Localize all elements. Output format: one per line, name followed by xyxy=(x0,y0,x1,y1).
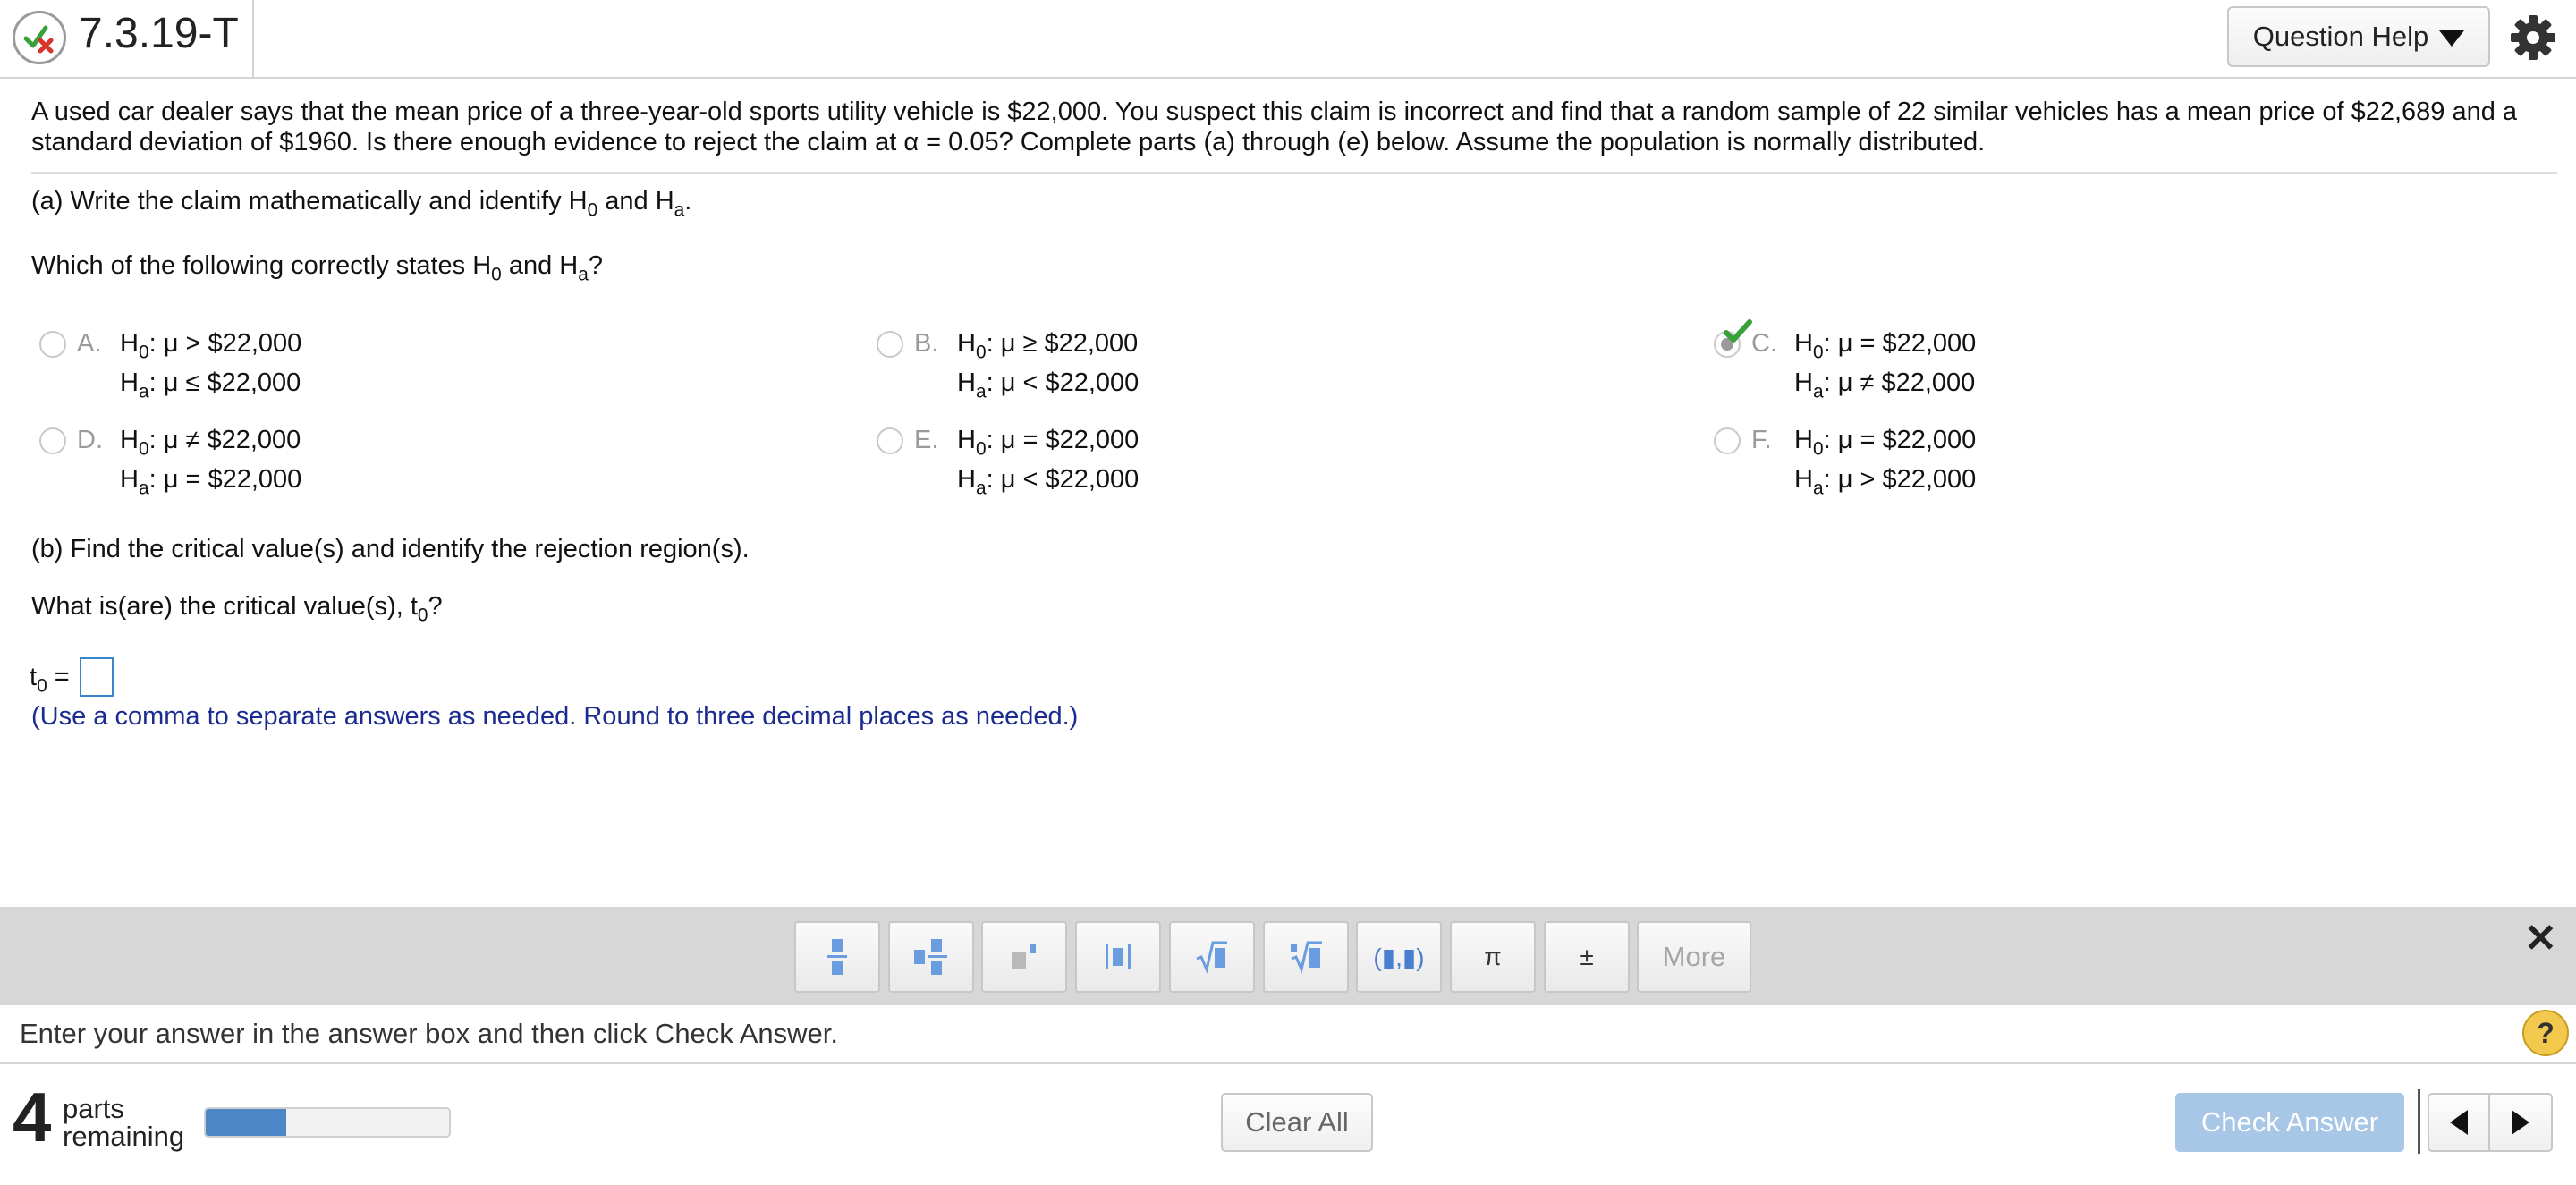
correct-check-icon xyxy=(1724,319,1752,343)
question-help-button[interactable]: Question Help xyxy=(2227,6,2490,67)
radio-button[interactable] xyxy=(39,427,66,454)
check-answer-button[interactable]: Check Answer xyxy=(2175,1093,2404,1152)
option-d[interactable]: D. H0: μ ≠ $22,000 Ha: μ = $22,000 xyxy=(34,422,839,512)
question-help-label: Question Help xyxy=(2252,21,2429,52)
critical-value-input[interactable] xyxy=(80,657,114,697)
gear-icon[interactable] xyxy=(2508,13,2558,63)
parts-remaining-count: 4 xyxy=(13,1078,52,1156)
previous-part-button[interactable] xyxy=(2428,1093,2490,1152)
nav-divider xyxy=(2418,1089,2420,1154)
square-root-icon[interactable] xyxy=(1169,921,1255,993)
caret-down-icon xyxy=(2439,30,2465,47)
close-icon[interactable]: ✕ xyxy=(2524,916,2557,961)
header-bar xyxy=(0,0,2576,79)
part-b-question: What is(are) the critical value(s), t0? xyxy=(31,592,443,626)
partial-credit-icon xyxy=(13,11,66,64)
progress-bar xyxy=(204,1107,451,1138)
fraction-icon[interactable] xyxy=(794,921,880,993)
radio-button[interactable] xyxy=(39,331,66,358)
part-b-prompt: (b) Find the critical value(s) and ident… xyxy=(31,535,750,563)
mixed-number-icon[interactable] xyxy=(888,921,974,993)
problem-statement: A used car dealer says that the mean pri… xyxy=(31,97,2518,157)
ordered-pair-icon[interactable]: (▮,▮) xyxy=(1356,921,1442,993)
help-icon[interactable]: ? xyxy=(2522,1010,2569,1056)
divider xyxy=(31,172,2557,174)
next-part-button[interactable] xyxy=(2490,1093,2553,1152)
part-a-prompt: (a) Write the claim mathematically and i… xyxy=(31,187,692,221)
part-a-question: Which of the following correctly states … xyxy=(31,251,603,285)
clear-all-button[interactable]: Clear All xyxy=(1221,1093,1373,1152)
plus-minus-icon[interactable]: ± xyxy=(1544,921,1630,993)
remaining-label: remaining xyxy=(63,1121,185,1152)
question-id: 7.3.19-T xyxy=(79,10,239,57)
option-a[interactable]: A. H0: μ > $22,000 Ha: μ ≤ $22,000 xyxy=(34,326,839,415)
arrow-right-icon xyxy=(2512,1110,2529,1135)
exponent-icon[interactable] xyxy=(981,921,1067,993)
radio-button[interactable] xyxy=(877,331,903,358)
option-c[interactable]: C. H0: μ = $22,000 Ha: μ ≠ $22,000 xyxy=(1708,319,2513,415)
more-tools-button[interactable]: More xyxy=(1637,921,1751,993)
instruction-text: Enter your answer in the answer box and … xyxy=(20,1018,838,1049)
pi-icon[interactable]: π xyxy=(1450,921,1536,993)
option-b[interactable]: B. H0: μ ≥ $22,000 Ha: μ < $22,000 xyxy=(871,326,1676,415)
arrow-left-icon xyxy=(2450,1110,2468,1135)
radio-button[interactable] xyxy=(877,427,903,454)
answer-label: t0 = xyxy=(30,663,70,697)
option-f[interactable]: F. H0: μ = $22,000 Ha: μ > $22,000 xyxy=(1708,422,2513,512)
answer-hint: (Use a comma to separate answers as need… xyxy=(31,702,1079,731)
header-divider xyxy=(252,0,254,77)
nth-root-icon[interactable] xyxy=(1263,921,1349,993)
absolute-value-icon[interactable] xyxy=(1075,921,1161,993)
radio-button[interactable] xyxy=(1714,427,1741,454)
option-e[interactable]: E. H0: μ = $22,000 Ha: μ < $22,000 xyxy=(871,422,1676,512)
progress-fill xyxy=(206,1109,286,1136)
